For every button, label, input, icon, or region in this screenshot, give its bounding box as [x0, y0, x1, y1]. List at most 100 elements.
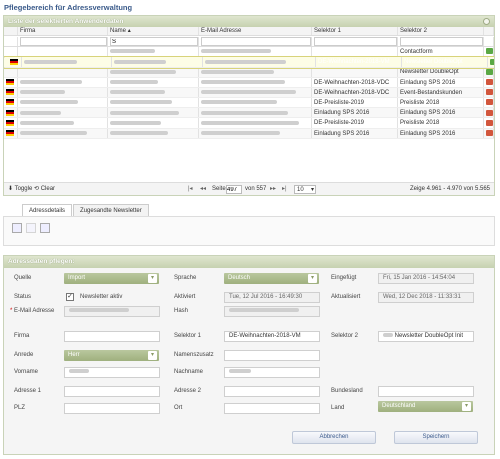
vorname-field[interactable] [64, 367, 160, 378]
col-header-selektor1[interactable]: Selektor 1 [312, 27, 398, 35]
land-select[interactable]: Deutschland ▾ [378, 401, 473, 412]
copy-icon[interactable] [26, 223, 36, 233]
vorname-label: Vorname [14, 369, 39, 375]
cell-selektor1: DE-Preisliste-2019 [312, 118, 398, 128]
table-row[interactable]: DE-Weihnachten-2018-VDC Einladung SPS 201… [4, 77, 494, 88]
redacted-hash [229, 308, 299, 313]
toggle-button[interactable]: ⬇ Toggle [8, 183, 32, 195]
cell-selektor1: Einladung SPS 2016 [312, 128, 398, 138]
filter-firma-input[interactable] [20, 37, 107, 46]
status-inactive-icon[interactable] [486, 78, 493, 85]
cell-selektor2: Preisliste 2018 [398, 118, 484, 128]
adresse1-field[interactable] [64, 386, 160, 397]
selektor2-field[interactable]: Newsletter DoubleOpt Init [378, 331, 474, 342]
namenszusatz-field[interactable] [224, 350, 320, 361]
table-row[interactable]: DE-Preisliste-2019 Preisliste 2018 [4, 118, 494, 129]
sprache-select[interactable]: Deutsch ▾ [224, 273, 319, 284]
sprache-value: Deutsch [228, 275, 251, 281]
last-page-icon[interactable]: ▸| [282, 183, 287, 195]
page-input[interactable] [226, 185, 242, 194]
cancel-button[interactable]: Abbrechen [292, 431, 376, 444]
firma-field[interactable] [64, 331, 160, 342]
delete-icon[interactable] [40, 223, 50, 233]
land-label: Land [331, 405, 345, 411]
cell-selektor1 [312, 47, 398, 57]
tab-adressdetails[interactable]: Adressdetails [22, 204, 73, 216]
chevron-down-icon: ▾ [308, 274, 317, 283]
table-row[interactable]: Einladung SPS 2016 Einladung SPS 2016 [4, 128, 494, 139]
status-inactive-icon[interactable] [486, 89, 493, 96]
cell-selektor2: Einladung SPS 2016 [398, 108, 484, 118]
chevron-down-icon: ▾ [148, 274, 157, 283]
nachname-field[interactable] [224, 367, 320, 378]
filter-name-input[interactable] [110, 37, 198, 46]
cell-selektor1: DE-Weihnachten-2018-VM [316, 57, 402, 68]
tab-zugesandte-newsletter[interactable]: Zugesandte Newsletter [73, 204, 149, 216]
col-header-name-label: Name [110, 28, 127, 34]
cell-selektor1 [312, 67, 398, 77]
status-active-icon[interactable] [490, 58, 494, 65]
redacted-name [110, 100, 172, 105]
newsletter-checkbox[interactable]: ✓ [66, 293, 74, 301]
col-header-email[interactable]: E-Mail Adresse [199, 27, 312, 35]
redacted-name [110, 79, 158, 84]
sprache-label: Sprache [174, 275, 197, 281]
adresse2-field[interactable] [224, 386, 320, 397]
selektor2-label: Selektor 2 [331, 333, 359, 339]
adresse1-label: Adresse 1 [14, 388, 42, 394]
plz-field[interactable] [64, 403, 160, 414]
status-inactive-icon[interactable] [486, 119, 493, 126]
grid-summary: Zeige 4.961 - 4.970 von 5.565 [409, 186, 490, 192]
save-button[interactable]: Speichern [394, 431, 478, 444]
cell-selektor1: DE-Preisliste-2019 [312, 97, 398, 108]
email-field[interactable] [64, 306, 160, 317]
land-value: Deutschland [382, 403, 416, 409]
filter-selektor2-input[interactable] [400, 37, 483, 46]
prev-page-icon[interactable]: ◂◂ [200, 183, 206, 195]
redacted-email [201, 100, 277, 105]
edit-icon[interactable] [12, 223, 22, 233]
clear-button[interactable]: ⟲ Clear [34, 183, 55, 195]
table-row[interactable]: DE-Preisliste-2019 Preisliste 2018 [4, 97, 494, 109]
table-row[interactable]: Einladung SPS 2016 Einladung SPS 2016 [4, 108, 494, 119]
bundesland-field[interactable] [378, 386, 474, 397]
flag-de-icon [6, 119, 14, 126]
redacted-email [201, 49, 271, 54]
anrede-value: Herr [68, 352, 80, 358]
selektor1-field[interactable]: DE-Weihnachten-2018-VM [224, 331, 320, 342]
anrede-select[interactable]: Herr ▾ [64, 350, 159, 361]
quelle-select[interactable]: Import ▾ [64, 273, 159, 284]
redacted-prefix [383, 333, 393, 338]
tab-toolbar [3, 216, 495, 246]
status-active-icon[interactable] [486, 48, 493, 55]
flag-de-icon [6, 109, 14, 116]
status-inactive-icon[interactable] [486, 99, 493, 106]
flag-de-icon [6, 89, 14, 96]
address-form: Adressdaten pflegen: Quelle Import ▾ Spra… [3, 255, 495, 455]
table-row[interactable]: Newsletter DoubleOpt [4, 67, 494, 78]
collapse-icon[interactable] [483, 18, 490, 25]
status-inactive-icon[interactable] [486, 109, 493, 116]
ort-field[interactable] [224, 403, 320, 414]
first-page-icon[interactable]: |◂ [188, 183, 193, 195]
table-row[interactable]: DE-Weihnachten-2018-VDC Event-Bestandskun… [4, 87, 494, 98]
address-grid: Liste der selektierten Anwenderdaten Fir… [3, 15, 495, 196]
status-label: Status [14, 294, 32, 300]
next-page-icon[interactable]: ▸▸ [270, 183, 276, 195]
filter-selektor1-input[interactable] [314, 37, 397, 46]
status-inactive-icon[interactable] [486, 129, 493, 136]
redacted-email [201, 120, 299, 125]
aktiviert-field: Tue, 12 Jul 2016 - 16:49:30 [224, 292, 320, 303]
table-row[interactable]: DE-Weihnachten-2018-VM Newsletter DoubleO… [4, 56, 494, 70]
col-header-selektor2[interactable]: Selektor 2 [398, 27, 484, 35]
redacted-firma [20, 130, 87, 135]
redacted-name [110, 110, 179, 115]
col-header-firma[interactable]: Firma [18, 27, 108, 35]
email-label: * E-Mail Adresse [10, 308, 55, 314]
status-active-icon[interactable] [486, 68, 493, 75]
col-header-action [484, 27, 494, 35]
col-header-name[interactable]: Name ▴ [108, 27, 199, 35]
table-row[interactable]: Contactform [4, 47, 494, 58]
page-size-select[interactable]: 10 ▾ [294, 185, 316, 194]
filter-email-input[interactable] [201, 37, 311, 46]
